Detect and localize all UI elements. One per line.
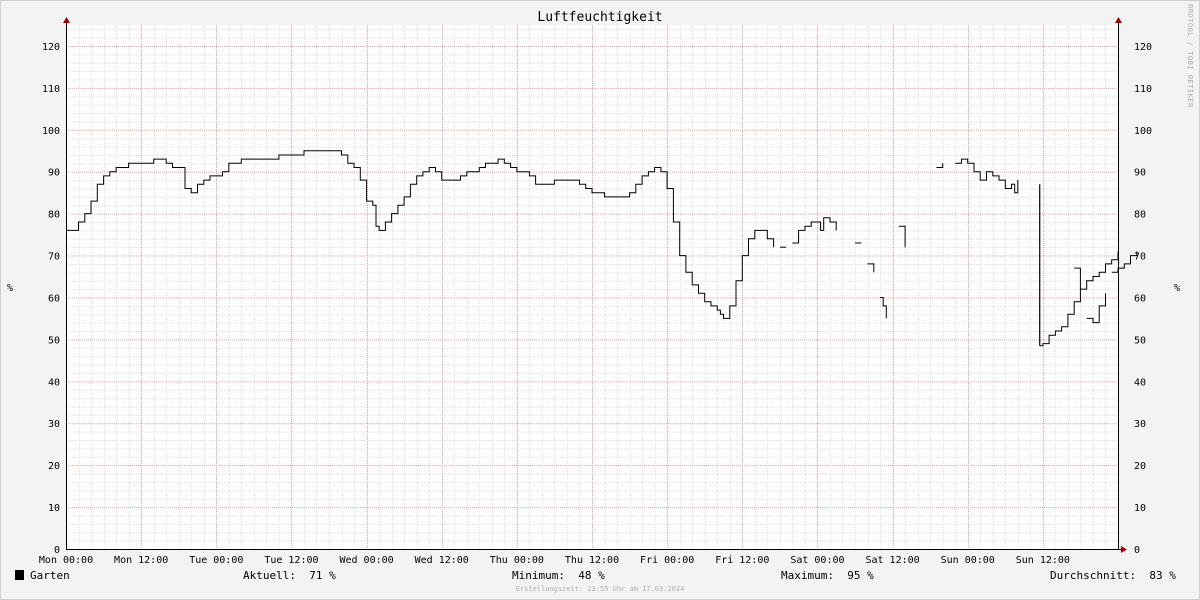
y-tick-label-left: 50 [48, 335, 60, 346]
y-tick-label-left: 60 [48, 293, 60, 304]
x-axis-arrow [1121, 546, 1127, 553]
x-tick-label: Mon 00:00 [39, 555, 93, 566]
y-tick-label-left: 120 [42, 42, 60, 53]
legend-swatch [15, 570, 24, 580]
y-tick-label-left: 90 [48, 168, 60, 179]
y-tick-label-right: 60 [1134, 293, 1146, 304]
y-tick-label-right: 100 [1134, 126, 1152, 137]
x-tick-label: Fri 00:00 [640, 555, 694, 566]
y-axis-left-ticks: 0102030405060708090100110120 [42, 42, 60, 556]
y-tick-label-right: 80 [1134, 210, 1146, 221]
y-tick-label-right: 120 [1134, 42, 1152, 53]
x-tick-label: Wed 00:00 [339, 555, 393, 566]
x-tick-label: Wed 12:00 [415, 555, 469, 566]
y-tick-label-left: 10 [48, 503, 60, 514]
stat-current: Aktuell: 71 % [243, 569, 336, 582]
y-axis-right-arrow [1115, 17, 1122, 23]
stat-maximum: Maximum: 95 % [781, 569, 874, 582]
y-tick-label-left: 100 [42, 126, 60, 137]
y-tick-label-right: 40 [1134, 377, 1146, 388]
x-tick-label: Sat 00:00 [790, 555, 844, 566]
y-tick-label-right: 20 [1134, 461, 1146, 472]
x-axis-ticks: Mon 00:00 Mon 12:00 Tue 00:00 Tue 12:00 Wed … [39, 555, 1070, 566]
x-tick-label: Sat 12:00 [865, 555, 919, 566]
y-tick-label-right: 50 [1134, 335, 1146, 346]
x-tick-label: Mon 12:00 [114, 555, 168, 566]
y-axis-right-ticks: 0 10 20 30 40 50 60 70 80 90 100 110 120 [1134, 42, 1152, 556]
y-axis-label-left: % [7, 283, 13, 294]
y-tick-label-left: 40 [48, 377, 60, 388]
y-axis-left-arrow [63, 17, 70, 23]
y-tick-label-left: 30 [48, 419, 60, 430]
creation-time: Erstellungszeit: 23:55 Uhr am 17.03.2024 [515, 585, 685, 593]
y-tick-label-left: 110 [42, 84, 60, 95]
legend: Garten Aktuell: 71 % Minimum: 48 % Maxim… [0, 569, 1200, 585]
chart-svg: 0 10 20 30 40 50 60 70 80 90 100 110 120 0 10 20 30 40 50… [7, 17, 1180, 566]
y-axis-label-right: % [1174, 283, 1180, 294]
x-tick-label: Sun 00:00 [941, 555, 995, 566]
y-tick-label-right: 0 [1134, 545, 1140, 556]
y-tick-label-left: 70 [48, 252, 60, 263]
y-tick-label-right: 70 [1134, 252, 1146, 263]
stat-average: Durchschnitt: 83 % [1050, 569, 1176, 582]
x-tick-label: Thu 12:00 [565, 555, 619, 566]
stat-minimum: Minimum: 48 % [512, 569, 605, 582]
y-tick-label-right: 110 [1134, 84, 1152, 95]
y-tick-label-left: 80 [48, 210, 60, 221]
x-tick-label: Thu 00:00 [490, 555, 544, 566]
x-tick-label: Tue 00:00 [189, 555, 243, 566]
y-tick-label-right: 90 [1134, 168, 1146, 179]
y-tick-label-left: 20 [48, 461, 60, 472]
y-tick-label-right: 10 [1134, 503, 1146, 514]
x-tick-label: Tue 12:00 [264, 555, 318, 566]
y-tick-label-right: 30 [1134, 419, 1146, 430]
x-tick-label: Fri 12:00 [715, 555, 769, 566]
x-tick-label: Sun 12:00 [1016, 555, 1070, 566]
legend-label: Garten [30, 569, 70, 582]
